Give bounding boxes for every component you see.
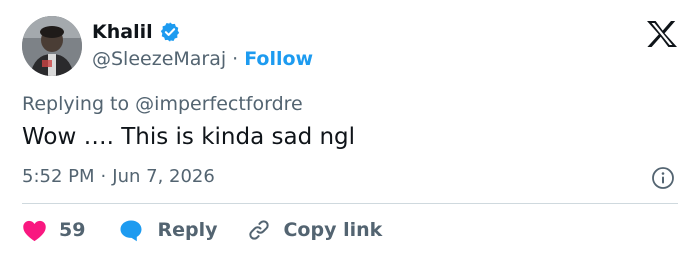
reply-context: Replying to @imperfectfordre <box>22 93 303 115</box>
reply-button[interactable]: Reply <box>119 219 217 242</box>
copy-link-label: Copy link <box>283 219 383 241</box>
info-icon[interactable] <box>651 166 675 190</box>
tweet-meta: 5:52 PM · Jun 7, 2026 <box>22 166 215 187</box>
like-count: 59 <box>59 219 86 241</box>
author-handle-row: @SleezeMaraj · Follow <box>92 48 313 70</box>
author-name-row: Khalil <box>92 19 181 45</box>
copy-link-button[interactable]: Copy link <box>247 218 382 242</box>
x-logo-icon[interactable] <box>646 20 678 48</box>
verified-badge-icon <box>159 21 181 43</box>
author-handle[interactable]: @SleezeMaraj <box>92 48 226 70</box>
reply-prefix: Replying to <box>22 93 130 115</box>
tweet-date[interactable]: Jun 7, 2026 <box>112 166 215 187</box>
follow-button[interactable]: Follow <box>244 48 313 70</box>
link-icon <box>247 218 271 242</box>
like-button[interactable]: 59 <box>22 219 85 242</box>
heart-icon <box>22 219 47 242</box>
author-name[interactable]: Khalil <box>92 21 153 43</box>
reply-label: Reply <box>157 219 218 241</box>
tweet-text: Wow …. This is kinda sad ngl <box>22 124 356 150</box>
handle-separator: · <box>232 48 239 70</box>
reply-to-handle[interactable]: @imperfectfordre <box>135 93 303 115</box>
divider <box>22 203 678 204</box>
avatar[interactable] <box>22 16 82 76</box>
tweet-time[interactable]: 5:52 PM <box>22 166 95 187</box>
meta-separator: · <box>100 166 107 187</box>
speech-bubble-icon <box>119 219 143 242</box>
action-bar: 59 Reply Copy link <box>22 216 382 244</box>
